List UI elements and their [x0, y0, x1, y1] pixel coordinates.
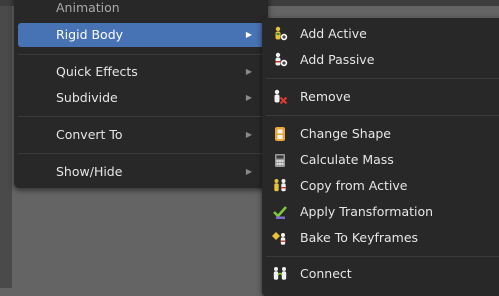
add-passive-icon — [272, 52, 288, 68]
menu-item-label: Calculate Mass — [300, 152, 394, 167]
menu-item-bake-keyframes[interactable]: Bake To Keyframes — [266, 226, 499, 250]
menu-item-label: Add Active — [300, 26, 367, 41]
menu-item-rigid-body[interactable]: Rigid Body ▶ — [18, 23, 264, 47]
menu-item-apply-transformation[interactable]: Apply Transformation — [266, 200, 499, 224]
rigid-body-submenu: Add Active Add Passive Remove Change Sha… — [262, 18, 499, 296]
menu-separator — [18, 153, 264, 154]
menu-item-connect[interactable]: Connect — [266, 262, 499, 286]
menu-item-label: Show/Hide — [56, 164, 123, 179]
menu-item-copy-from-active[interactable]: Copy from Active — [266, 174, 499, 198]
menu-item-animation[interactable]: Animation — [18, 0, 264, 20]
menu-separator — [266, 115, 499, 116]
submenu-arrow-icon: ▶ — [245, 130, 252, 139]
object-context-menu: Animation Rigid Body ▶ Quick Effects ▶ S… — [14, 0, 268, 188]
apply-transformation-icon — [272, 204, 288, 220]
menu-item-label: Animation — [56, 0, 120, 15]
menu-item-calculate-mass[interactable]: Calculate Mass — [266, 148, 499, 172]
copy-from-active-icon — [272, 178, 288, 194]
menu-item-label: Copy from Active — [300, 178, 408, 193]
add-active-icon — [272, 26, 288, 42]
menu-item-label: Add Passive — [300, 52, 375, 67]
menu-item-show-hide[interactable]: Show/Hide ▶ — [18, 160, 264, 184]
change-shape-icon — [272, 126, 288, 142]
menu-separator — [266, 78, 499, 79]
menu-item-label: Bake To Keyframes — [300, 230, 419, 245]
viewport-edge — [0, 0, 12, 288]
menu-item-label: Convert To — [56, 127, 123, 142]
submenu-arrow-icon: ▶ — [245, 67, 252, 76]
menu-item-label: Remove — [300, 89, 351, 104]
submenu-arrow-icon: ▶ — [245, 93, 252, 102]
menu-item-add-passive[interactable]: Add Passive — [266, 48, 499, 72]
submenu-arrow-icon: ▶ — [245, 30, 252, 39]
menu-separator — [18, 116, 264, 117]
menu-item-add-active[interactable]: Add Active — [266, 22, 499, 46]
menu-item-quick-effects[interactable]: Quick Effects ▶ — [18, 60, 264, 84]
menu-item-label: Change Shape — [300, 126, 391, 141]
menu-item-label: Connect — [300, 266, 352, 281]
menu-item-change-shape[interactable]: Change Shape — [266, 122, 499, 146]
remove-icon — [272, 89, 288, 105]
menu-separator — [266, 256, 499, 257]
menu-item-remove[interactable]: Remove — [266, 85, 499, 109]
bake-keyframes-icon — [272, 230, 288, 246]
calculate-mass-icon — [272, 152, 288, 168]
connect-icon — [272, 266, 288, 282]
menu-separator — [18, 54, 264, 55]
menu-item-label: Quick Effects — [56, 64, 138, 79]
menu-item-label: Apply Transformation — [300, 204, 434, 219]
menu-item-label: Rigid Body — [56, 27, 124, 42]
menu-item-subdivide[interactable]: Subdivide ▶ — [18, 86, 264, 110]
menu-item-label: Subdivide — [56, 90, 118, 105]
menu-item-convert-to[interactable]: Convert To ▶ — [18, 123, 264, 147]
submenu-arrow-icon: ▶ — [245, 167, 252, 176]
